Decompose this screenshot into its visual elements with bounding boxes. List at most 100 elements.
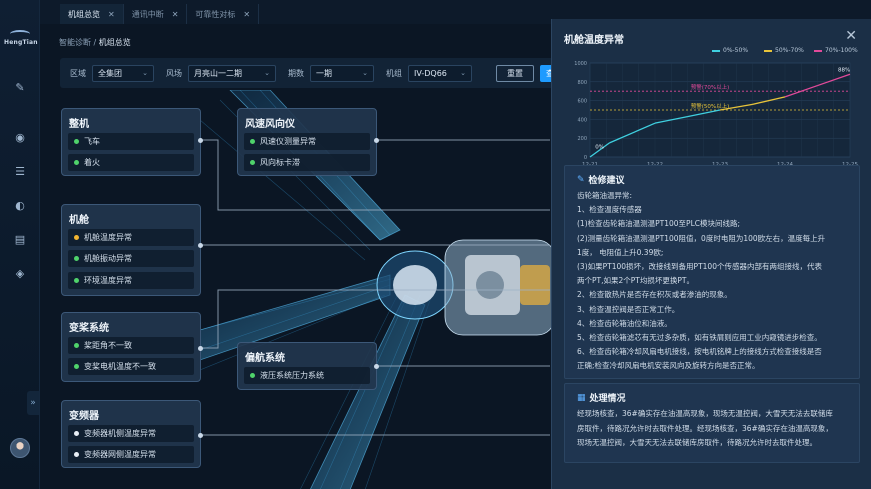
item-label: 桨距角不一致 xyxy=(84,341,132,350)
data-label: 88% xyxy=(838,67,850,73)
y-tick-label: 1000 xyxy=(574,61,587,67)
connector-dot xyxy=(198,243,203,248)
close-icon[interactable]: ✕ xyxy=(172,10,179,19)
status-item[interactable]: 桨距角不一致 xyxy=(68,337,194,354)
list-icon[interactable]: ☰ xyxy=(11,162,29,180)
breadcrumb-parent[interactable]: 智能诊断 / xyxy=(59,38,96,47)
group-title: 整机 xyxy=(69,119,89,130)
status-item[interactable]: 变频器网侧温度异常 xyxy=(68,446,194,463)
tab-reliability[interactable]: 可靠性对标 ✕ xyxy=(187,4,260,24)
reset-button[interactable]: 重置 xyxy=(496,64,534,82)
text-line: 现场无温控阀，大雪天无法去联储库房取件，待路况允许时去取件处理。 xyxy=(577,438,817,447)
group-pianhang: 偏航系统 液压系统压力系统 xyxy=(237,342,377,390)
phase-value: 一期 xyxy=(316,68,332,78)
breadcrumb: 智能诊断 / 机组总览 xyxy=(59,37,131,48)
text-line: 4、检查齿轮箱油位和油液。 xyxy=(577,318,672,328)
text-line: 2、检查散热片是否存在积灰或者渗油的现象。 xyxy=(577,290,732,300)
tab-comm[interactable]: 通讯中断 ✕ xyxy=(124,4,188,24)
handle-section: ▦ 处理情况 经现场核查，36#确实存在油温高现象，现场无温控阀，大雪天无法去联储… xyxy=(564,383,860,463)
group-bianjiang: 变桨系统 桨距角不一致 变桨电机温度不一致 xyxy=(61,312,201,382)
phase-select[interactable]: 一期 ⌄ xyxy=(310,64,374,82)
legend-item: 70%-100% xyxy=(814,47,858,54)
item-label: 变桨电机温度不一致 xyxy=(84,362,156,371)
group-title: 风速风向仪 xyxy=(245,119,295,130)
status-item[interactable]: 环境温度异常 xyxy=(68,272,194,289)
status-item[interactable]: 变桨电机温度不一致 xyxy=(68,358,194,375)
group-fengsu: 风速风向仪 风速仪测量异常 风向标卡滞 xyxy=(237,108,377,176)
grid-icon: ▦ xyxy=(577,392,586,403)
connector-dot xyxy=(374,364,379,369)
tab-label: 可靠性对标 xyxy=(195,9,236,19)
text-line: 齿轮箱油温异常: xyxy=(577,191,633,200)
legend-label: 50%-70% xyxy=(775,47,804,54)
phase-label: 期数 xyxy=(288,68,304,78)
area-value: 全集团 xyxy=(98,68,122,78)
item-label: 机舱温度异常 xyxy=(84,233,132,242)
handle-title-text: 处理情况 xyxy=(589,394,626,404)
chevron-down-icon: ⌄ xyxy=(264,69,270,77)
item-label: 风速仪测量异常 xyxy=(260,137,316,146)
overview-icon[interactable]: ◉ xyxy=(11,128,29,146)
tab-label: 通讯中断 xyxy=(131,9,164,19)
blade-bottom xyxy=(310,294,426,489)
panel-title: 机舱温度异常 xyxy=(564,35,624,46)
y-tick-label: 600 xyxy=(577,99,587,105)
detail-panel: 机舱温度异常 ✕ 0%-50% 50%-70% 70%-100% 0 200 400… xyxy=(551,19,871,489)
status-item[interactable]: 着火 xyxy=(68,154,194,171)
status-item[interactable]: 风向标卡滞 xyxy=(244,154,370,171)
status-item[interactable]: 液压系统压力系统 xyxy=(244,367,370,384)
repair-title: ✎ 检修建议 xyxy=(577,173,625,187)
status-item[interactable]: 机舱振动异常 xyxy=(68,250,194,267)
status-dot xyxy=(74,278,79,283)
area-select[interactable]: 全集团 ⌄ xyxy=(92,64,154,82)
status-item[interactable]: 机舱温度异常 xyxy=(68,229,194,246)
text-line: 正确;检查冷却风扇电机安装风向及旋转方向是否正常。 xyxy=(577,361,760,371)
repair-section: ✎ 检修建议 齿轮箱油温异常: 1、检查温度传感器 (1)检查齿轮箱油温测温PT100… xyxy=(564,165,860,379)
item-label: 液压系统压力系统 xyxy=(260,371,324,380)
breadcrumb-current: 机组总览 xyxy=(98,38,131,47)
group-bianpinqi: 变频器 变频器机侧温度异常 变频器网侧温度异常 xyxy=(61,400,201,468)
connector-dot xyxy=(374,138,379,143)
group-title: 偏航系统 xyxy=(245,353,285,364)
close-icon[interactable]: ✕ xyxy=(108,10,115,19)
tab-label: 机组总览 xyxy=(68,9,100,19)
signal-icon[interactable]: ◐ xyxy=(11,196,29,214)
expand-rail-button[interactable]: » xyxy=(27,391,39,415)
item-label: 变频器机侧温度异常 xyxy=(84,429,156,438)
group-title: 变桨系统 xyxy=(69,323,109,334)
tab-overview[interactable]: 机组总览 ✕ xyxy=(60,4,124,24)
area-label: 区域 xyxy=(70,68,86,78)
text-line: 1、检查温度传感器 xyxy=(577,205,642,215)
y-tick-label: 800 xyxy=(577,80,587,86)
status-item[interactable]: 飞车 xyxy=(68,133,194,150)
legend-item: 0%-50% xyxy=(712,47,748,54)
close-icon[interactable]: ✕ xyxy=(243,10,250,19)
y-tick-label: 200 xyxy=(577,136,587,142)
left-rail: HengTian ✎ ◉ ☰ ◐ ▤ ◈ » xyxy=(0,0,40,489)
status-item[interactable]: 风速仪测量异常 xyxy=(244,133,370,150)
status-dot xyxy=(74,160,79,165)
app-logo: HengTian xyxy=(4,30,38,46)
item-label: 着火 xyxy=(84,158,100,167)
repair-title-text: 检修建议 xyxy=(588,176,625,186)
chevron-down-icon: ⌄ xyxy=(460,69,466,77)
filter-bar: 区域 全集团 ⌄ 风场 月亮山一二期 ⌄ 期数 一期 ⌄ 机组 IV-DQ66 ⌄ 重置… xyxy=(60,58,572,88)
reset-label: 重置 xyxy=(507,68,523,78)
chevron-down-icon: ⌄ xyxy=(142,69,148,77)
logo-text: HengTian xyxy=(4,39,38,46)
layers-icon[interactable]: ◈ xyxy=(11,264,29,282)
text-line: 1度， 电阻值上升0.39欧; xyxy=(577,247,664,257)
unit-select[interactable]: IV-DQ66 ⌄ xyxy=(408,64,472,82)
avatar[interactable] xyxy=(10,438,30,458)
threshold-label: 预警(70%以上) xyxy=(691,83,730,91)
group-title: 变频器 xyxy=(69,411,99,422)
status-dot xyxy=(74,235,79,240)
table-icon[interactable]: ▤ xyxy=(11,230,29,248)
farm-select[interactable]: 月亮山一二期 ⌄ xyxy=(188,64,276,82)
legend-item: 50%-70% xyxy=(764,47,804,54)
close-icon[interactable]: ✕ xyxy=(845,28,857,44)
temperature-chart: 0200400600800100012-2112-2212-2312-2412-… xyxy=(574,61,858,168)
diagnosis-icon[interactable]: ✎ xyxy=(11,78,29,96)
status-item[interactable]: 变频器机侧温度异常 xyxy=(68,425,194,442)
connector-dot xyxy=(198,346,203,351)
